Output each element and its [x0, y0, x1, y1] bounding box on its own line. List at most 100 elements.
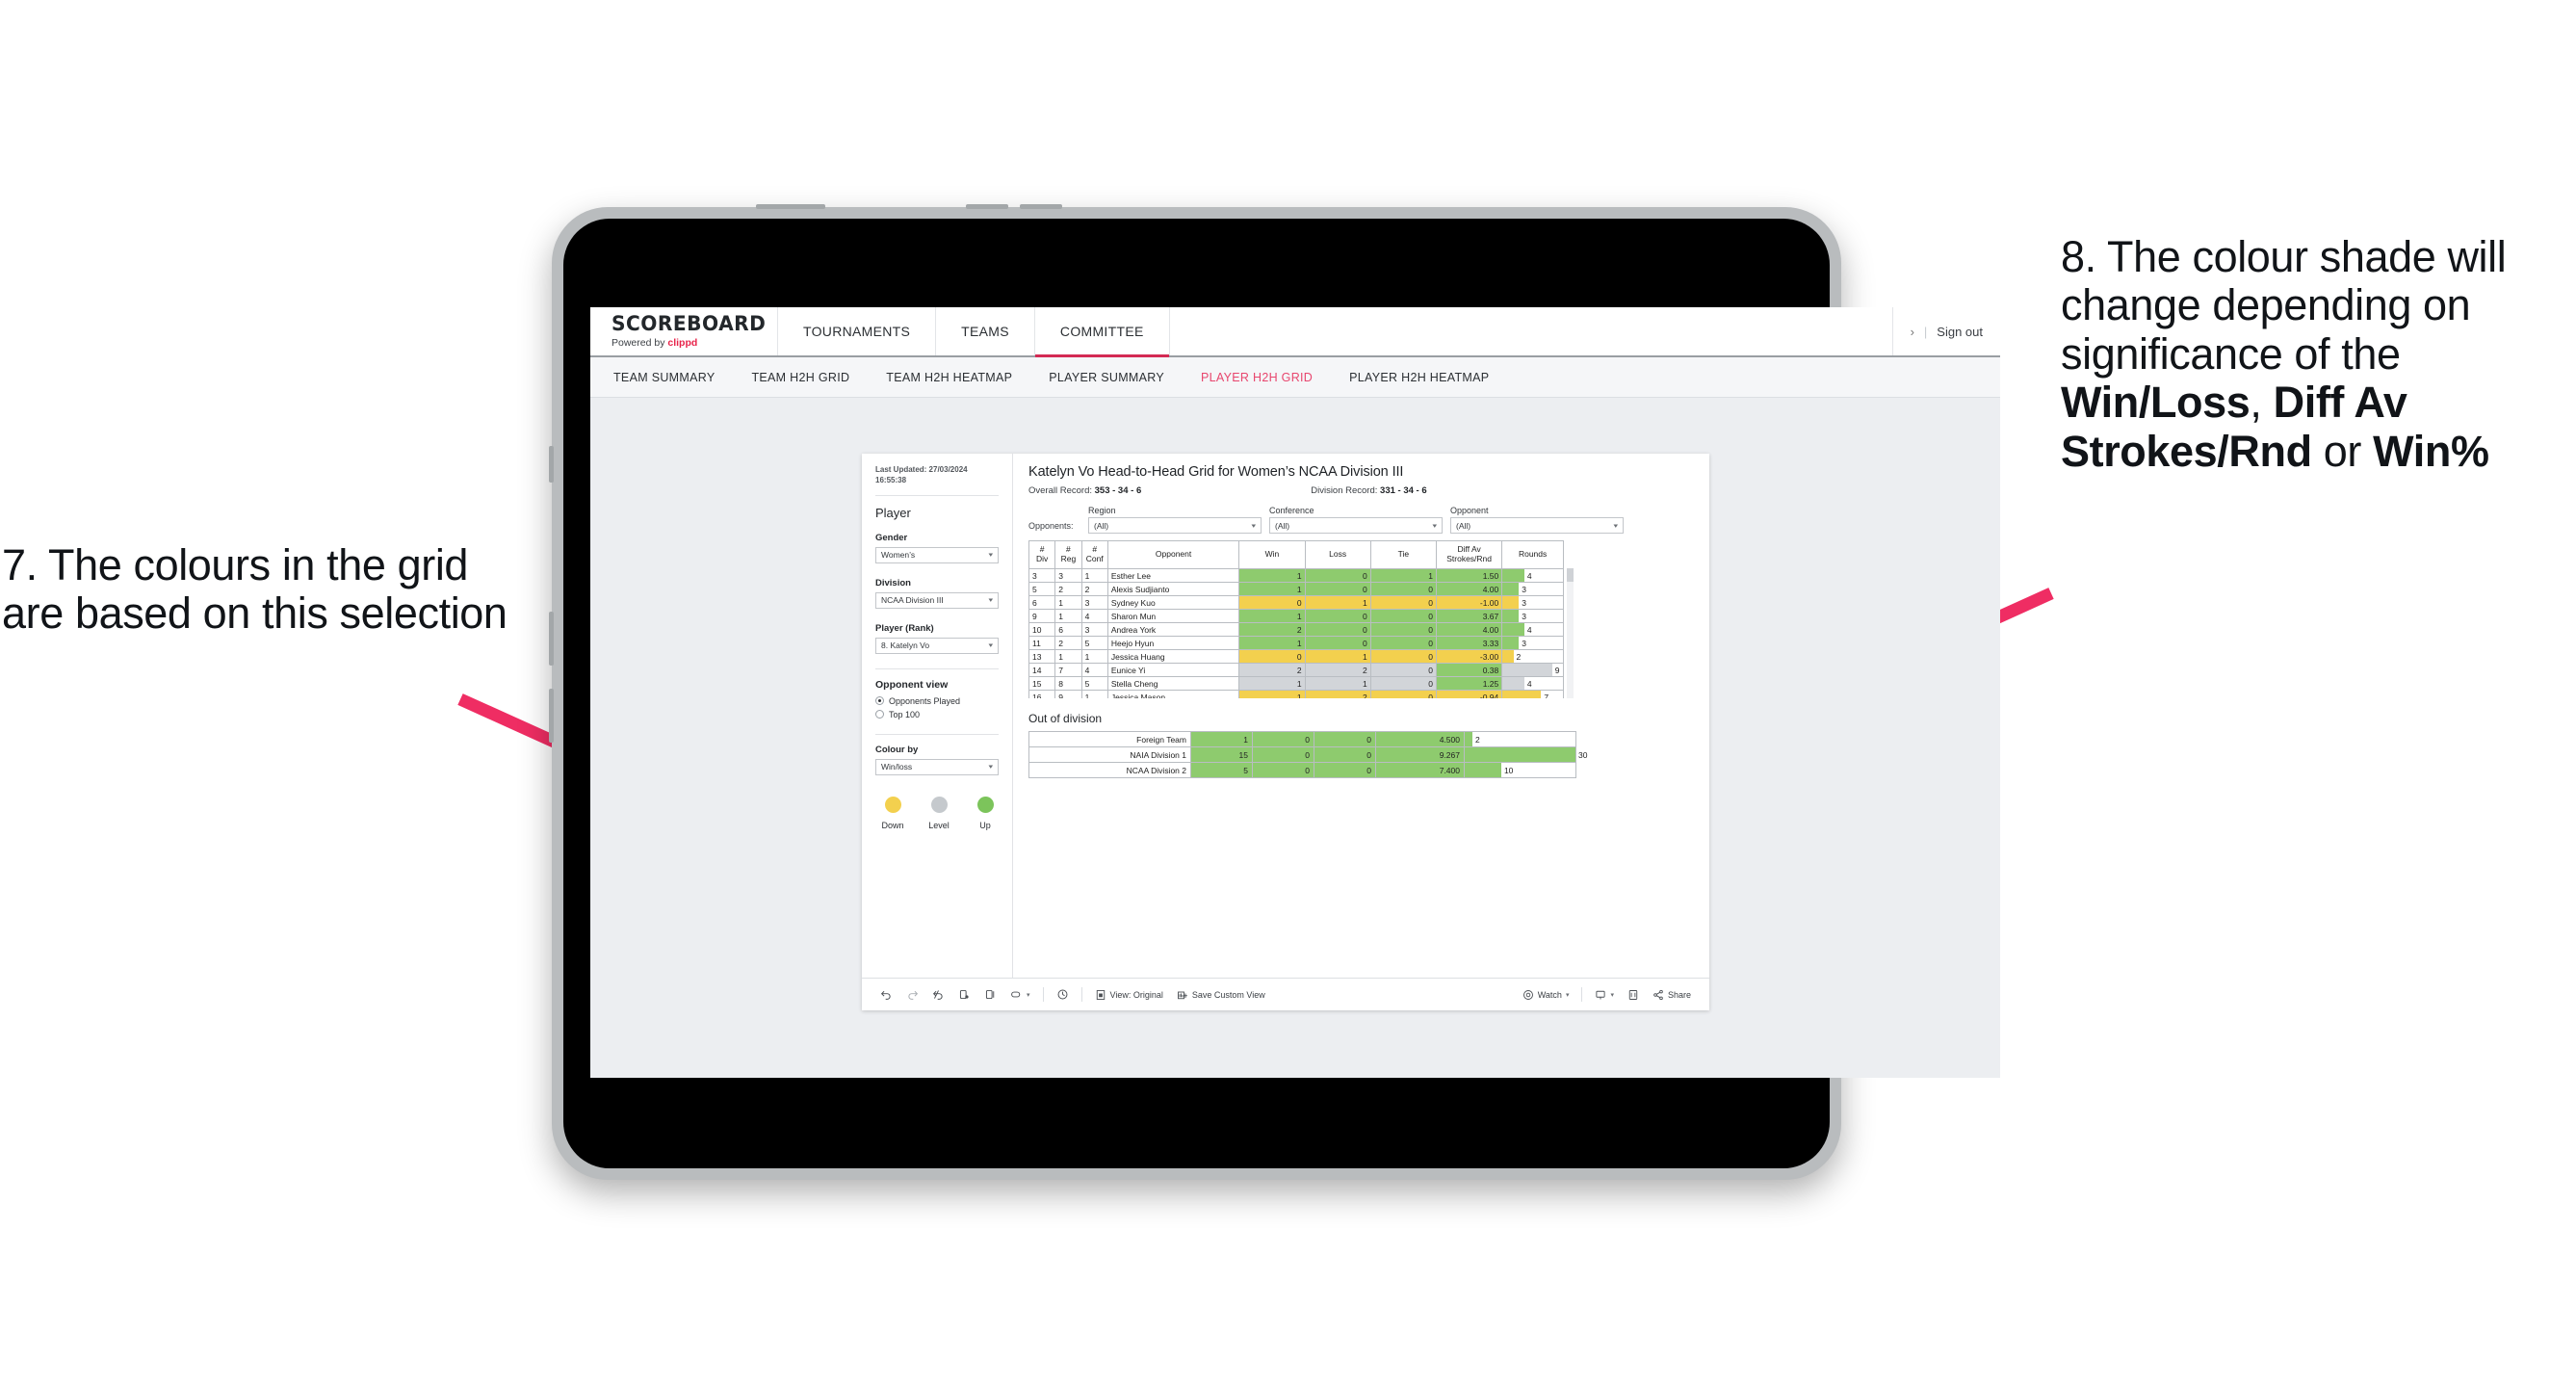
top-nav-teams[interactable]: TEAMS	[936, 307, 1035, 355]
cell-conf: 3	[1080, 622, 1108, 637]
cell-division-name: NCAA Division 2	[1028, 762, 1191, 778]
rounds-bar	[1502, 691, 1542, 698]
rounds-value: 7	[1544, 692, 1549, 699]
cell-conf: 2	[1080, 582, 1108, 596]
share-button[interactable]: Share	[1646, 989, 1698, 1001]
annotation-8: 8. The colour shade will change dependin…	[2061, 232, 2571, 476]
save-custom-view-label: Save Custom View	[1191, 989, 1265, 1000]
brand-logo[interactable]: SCOREBOARD Powered by clippd	[590, 307, 778, 355]
legend-dot-down	[884, 796, 901, 813]
filter-division-label: Division	[875, 577, 911, 588]
table-row[interactable]: 3 3 1 Esther Lee 1 0 1 1.50 4	[1028, 568, 1564, 583]
subnav-team-summary[interactable]: TEAM SUMMARY	[613, 371, 715, 384]
alerts-button[interactable]	[1050, 988, 1076, 1001]
chevron-down-icon: ▾	[988, 552, 994, 560]
cell-diff: -3.00	[1436, 649, 1503, 664]
cell-div: 5	[1028, 582, 1056, 596]
rounds-value: 10	[1503, 765, 1514, 775]
table-row[interactable]: 9 1 4 Sharon Mun 1 0 0 3.67 3	[1028, 609, 1564, 623]
watch-button[interactable]: Watch ▾	[1516, 989, 1576, 1001]
sign-out-link[interactable]: Sign out	[1937, 325, 1983, 339]
cell-win: 2	[1238, 622, 1306, 637]
rounds-value: 30	[1578, 749, 1588, 760]
annotation-8-mid1: ,	[2250, 378, 2274, 428]
out-of-division-row[interactable]: Foreign Team 1 0 0 4.500 2	[1028, 731, 1576, 747]
colour-by-dropdown[interactable]: Win/loss ▾	[875, 758, 999, 775]
conference-dropdown[interactable]: (All) ▾	[1269, 517, 1443, 534]
table-row[interactable]: 6 1 3 Sydney Kuo 0 1 0 -1.00 3	[1028, 595, 1564, 610]
table-row[interactable]: 11 2 5 Heejo Hyun 1 0 0 3.33 3	[1028, 636, 1564, 650]
h2h-grid-scroll-clip[interactable]: # Div # Reg # Conf Opponent Win Loss Tie Di…	[1028, 540, 1574, 698]
rounds-bar	[1502, 677, 1524, 690]
cell-conf: 3	[1080, 595, 1108, 610]
cell-rounds: 3	[1501, 582, 1564, 596]
col-opponent: Opponent	[1106, 540, 1240, 569]
out-of-division-row[interactable]: NAIA Division 1 15 0 0 9.267 30	[1028, 746, 1587, 763]
redo-button[interactable]	[899, 988, 925, 1001]
view-original-button[interactable]: View: Original	[1088, 989, 1170, 1001]
viz-records: Overall Record: 353 - 34 - 6 Division Re…	[1028, 485, 1696, 496]
fullscreen-button[interactable]	[1621, 989, 1646, 1001]
cell-reg: 7	[1054, 663, 1082, 677]
cell-div: 15	[1028, 676, 1056, 691]
chevron-down-icon: ▾	[1251, 522, 1257, 530]
out-of-division-row[interactable]: NCAA Division 2 5 0 0 7.400 10	[1028, 762, 1576, 778]
table-row[interactable]: 16 9 1 Jessica Mason 1 2 0 -0.94 7	[1028, 690, 1564, 699]
legend-item-up: Up	[972, 796, 999, 830]
cell-diff: 4.500	[1375, 731, 1465, 747]
cell-loss: 1	[1304, 676, 1371, 691]
table-row[interactable]: 14 7 4 Eunice Yi 2 2 0 0.38 9	[1028, 663, 1564, 677]
shape-icon	[1011, 991, 1021, 998]
radio-top-100[interactable]: Top 100	[875, 710, 999, 719]
undo-button[interactable]	[873, 988, 899, 1001]
pause-updates-button[interactable]	[977, 988, 1003, 1001]
table-header-row: # Div # Reg # Conf Opponent Win Loss Tie Di…	[1028, 540, 1564, 569]
top-nav-tournaments[interactable]: TOURNAMENTS	[778, 307, 937, 355]
header-divider: |	[1923, 324, 1928, 339]
rounds-bar	[1502, 610, 1520, 622]
subnav-team-h2h-grid[interactable]: TEAM H2H GRID	[751, 371, 849, 384]
view-original-icon	[1096, 989, 1105, 1000]
gender-dropdown[interactable]: Women’s ▾	[875, 546, 999, 563]
table-row[interactable]: 15 8 5 Stella Cheng 1 1 0 1.25 4	[1028, 676, 1564, 691]
cell-tie: 0	[1314, 762, 1376, 778]
cell-loss: 0	[1252, 762, 1314, 778]
radio-opponents-played[interactable]: Opponents Played	[875, 696, 999, 706]
grid-scrollbar-thumb[interactable]	[1567, 568, 1574, 582]
chevron-right-icon[interactable]: ›	[1911, 325, 1914, 339]
opponent-dropdown[interactable]: (All) ▾	[1450, 517, 1624, 534]
rounds-bar	[1502, 664, 1552, 676]
cell-tie: 0	[1314, 731, 1376, 747]
subnav-player-summary[interactable]: PLAYER SUMMARY	[1049, 371, 1164, 384]
subnav-player-h2h-grid[interactable]: PLAYER H2H GRID	[1201, 371, 1313, 384]
cell-tie: 0	[1369, 663, 1438, 677]
cell-conf: 5	[1080, 676, 1108, 691]
subnav-player-h2h-heatmap[interactable]: PLAYER H2H HEATMAP	[1349, 371, 1489, 384]
cell-win: 15	[1190, 746, 1253, 763]
table-row[interactable]: 13 1 1 Jessica Huang 0 1 0 -3.00 2	[1028, 649, 1564, 664]
download-button[interactable]: ▾	[1588, 989, 1621, 1001]
player-rank-dropdown[interactable]: 8. Katelyn Vo ▾	[875, 637, 999, 654]
cell-loss: 2	[1304, 690, 1371, 698]
division-dropdown[interactable]: NCAA Division III ▾	[875, 591, 999, 609]
grid-scrollbar[interactable]	[1567, 568, 1574, 698]
rounds-value: 2	[1516, 651, 1522, 662]
cell-rounds: 4	[1501, 622, 1564, 637]
chevron-down-icon: ▾	[988, 764, 994, 771]
col-div-l1: #	[1039, 544, 1045, 555]
revert-button[interactable]	[925, 988, 951, 1001]
refresh-data-button[interactable]	[951, 988, 977, 1001]
top-nav-committee[interactable]: COMMITTEE	[1034, 307, 1170, 357]
region-dropdown[interactable]: (All) ▾	[1088, 517, 1262, 534]
subnav-team-h2h-heatmap[interactable]: TEAM H2H HEATMAP	[886, 371, 1012, 384]
division-record-label: Division Record:	[1311, 485, 1381, 496]
shape-button[interactable]: ▾	[1003, 988, 1037, 1001]
cell-opponent: Eunice Yi	[1106, 663, 1240, 677]
h2h-grid-head: # Div # Reg # Conf Opponent Win Loss Tie Di…	[1028, 540, 1564, 569]
out-of-division-table: Foreign Team 1 0 0 4.500 2 NAIA Division 1 15 0 0…	[1028, 731, 1587, 778]
save-custom-view-button[interactable]: Save Custom View	[1170, 989, 1272, 1001]
table-row[interactable]: 10 6 3 Andrea York 2 0 0 4.00 4	[1028, 622, 1564, 637]
table-row[interactable]: 5 2 2 Alexis Sudjianto 1 0 0 4.00 3	[1028, 582, 1564, 596]
filter-conference-label: Conference	[1269, 506, 1314, 515]
rounds-bar	[1465, 732, 1473, 746]
